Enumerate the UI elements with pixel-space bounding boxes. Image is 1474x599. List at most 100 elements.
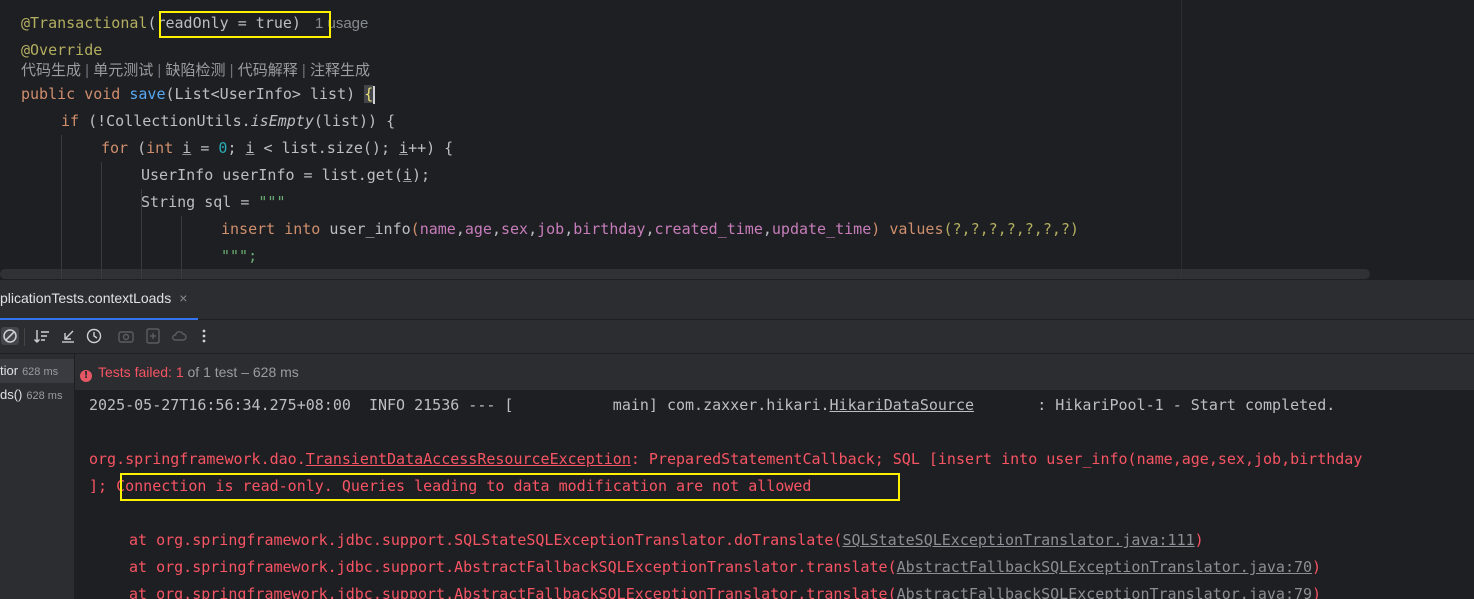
transactional-annotation: @Transactional bbox=[21, 14, 148, 32]
right-margin-guide bbox=[1181, 0, 1182, 279]
indent-guide bbox=[61, 135, 62, 279]
lens-item-explain[interactable]: 代码解释 bbox=[238, 62, 298, 79]
code-text: = bbox=[191, 139, 219, 157]
tests-failed-label: Tests failed: 1 bbox=[98, 364, 184, 380]
log-message: : HikariPool-1 - Start completed. bbox=[974, 396, 1336, 414]
run-tab[interactable]: plicationTests.contextLoads × bbox=[0, 290, 187, 306]
sql-column: update_time bbox=[771, 220, 872, 238]
sql-params: (?,?,?,?,?,?,?) bbox=[943, 220, 1079, 238]
code-text: (list)) { bbox=[313, 112, 396, 130]
test-tree-item[interactable]: tior 628 ms bbox=[0, 359, 74, 383]
sql-keyword: values bbox=[889, 220, 944, 238]
lens-item-comment[interactable]: 注释生成 bbox=[310, 62, 370, 79]
sql-column: sex bbox=[500, 220, 529, 238]
sql-keyword: insert bbox=[221, 220, 276, 238]
sql-column: job bbox=[537, 220, 565, 238]
loop-variable: i bbox=[402, 166, 412, 184]
code-text: ++) { bbox=[408, 139, 454, 157]
stack-frame-end: ) bbox=[1194, 531, 1204, 549]
keyword: int bbox=[146, 139, 174, 157]
code-text: (!CollectionUtils. bbox=[79, 112, 251, 130]
sql-keyword: into bbox=[284, 220, 321, 238]
code-text: ; bbox=[227, 139, 246, 157]
code-text: String sql = bbox=[141, 193, 259, 211]
exception-line: org.springframework.dao.TransientDataAcc… bbox=[89, 446, 1362, 473]
stack-frame: at org.springframework.jdbc.support.Abst… bbox=[129, 554, 1321, 581]
sql-column: name bbox=[419, 220, 456, 238]
test-summary: of 1 test – 628 ms bbox=[183, 364, 299, 380]
log-prefix: 2025-05-27T16:56:34.275+08:00 INFO 21536… bbox=[89, 396, 830, 414]
code-line-text-block-close[interactable]: """; bbox=[221, 243, 257, 270]
test-duration: 628 ms bbox=[26, 390, 63, 402]
code-line-sql-declaration[interactable]: String sql = """ bbox=[141, 189, 286, 216]
lens-item-defect[interactable]: 缺陷检测 bbox=[166, 62, 226, 79]
run-tool-window: plicationTests.contextLoads × tior 628 m… bbox=[0, 279, 1474, 599]
stack-frame: at org.springframework.jdbc.support.Abst… bbox=[129, 581, 1321, 599]
stack-frame-text: at org.springframework.jdbc.support.SQLS… bbox=[129, 531, 843, 549]
sql-table: user_info bbox=[329, 220, 411, 238]
override-annotation: @Override bbox=[21, 41, 103, 59]
lens-separator: | bbox=[297, 62, 310, 79]
run-tab-title: plicationTests.contextLoads bbox=[0, 290, 172, 306]
code-line-if[interactable]: if (!CollectionUtils.isEmpty(list)) { bbox=[61, 108, 395, 135]
text-block-open: """ bbox=[258, 193, 286, 211]
import-icon[interactable] bbox=[143, 327, 163, 347]
collapse-icon[interactable] bbox=[58, 327, 78, 347]
cause-prefix: ]; bbox=[89, 477, 117, 495]
more-options-icon[interactable] bbox=[194, 327, 214, 347]
editor-horizontal-scrollbar[interactable] bbox=[0, 269, 1370, 279]
code-text: ); bbox=[411, 166, 430, 184]
error-icon: ! bbox=[80, 370, 92, 382]
text-caret bbox=[373, 85, 376, 104]
code-line-sql-insert[interactable]: insert into user_info(name,age,sex,job,b… bbox=[221, 216, 1079, 243]
code-text: UserInfo userInfo = list.get( bbox=[141, 166, 403, 184]
keyword: public bbox=[21, 85, 76, 103]
method-params: (List<UserInfo> list) bbox=[165, 85, 365, 103]
run-tab-bar: plicationTests.contextLoads × bbox=[0, 279, 1474, 320]
exception-class-link[interactable]: TransientDataAccessResourceException bbox=[306, 450, 631, 468]
code-line-userinfo[interactable]: UserInfo userInfo = list.get(i); bbox=[141, 162, 430, 189]
console-output[interactable]: 2025-05-27T16:56:34.275+08:00 INFO 21536… bbox=[75, 390, 1474, 599]
code-editor[interactable]: @Transactional(readOnly = true) 1 usage @… bbox=[0, 0, 1474, 279]
code-line-method-signature[interactable]: public void save(List<UserInfo> list) { bbox=[21, 81, 376, 108]
test-status-bar: ! Tests failed: 1 of 1 test – 628 ms bbox=[75, 354, 1474, 390]
source-link[interactable]: SQLStateSQLExceptionTranslator.java:111 bbox=[842, 531, 1194, 549]
class-link[interactable]: HikariDataSource bbox=[830, 396, 975, 414]
text-block-close: """; bbox=[221, 247, 258, 265]
code-text: < list.size(); bbox=[254, 139, 400, 157]
source-link[interactable]: AbstractFallbackSQLExceptionTranslator.j… bbox=[897, 558, 1312, 576]
highlight-box-readonly bbox=[159, 11, 331, 38]
brace-highlight: { bbox=[364, 85, 374, 103]
cloud-icon[interactable] bbox=[169, 327, 189, 347]
loop-variable: i bbox=[399, 139, 409, 157]
source-link[interactable]: AbstractFallbackSQLExceptionTranslator.j… bbox=[897, 585, 1312, 599]
test-duration: 628 ms bbox=[22, 366, 59, 378]
ai-code-lens: 代码生成 | 单元测试 | 缺陷检测 | 代码解释 | 注释生成 bbox=[21, 60, 370, 82]
test-tree-item[interactable]: ds() 628 ms bbox=[0, 383, 62, 407]
lens-item-unit-test[interactable]: 单元测试 bbox=[93, 62, 153, 79]
exception-package: org.springframework.dao. bbox=[89, 450, 306, 468]
keyword: for bbox=[101, 139, 129, 157]
console-log-line: 2025-05-27T16:56:34.275+08:00 INFO 21536… bbox=[89, 392, 1335, 419]
lens-separator: | bbox=[153, 62, 166, 79]
sort-icon[interactable] bbox=[32, 327, 52, 347]
test-name: ds() bbox=[0, 387, 23, 402]
stop-circle-icon[interactable] bbox=[0, 327, 20, 347]
sql-column: birthday bbox=[573, 220, 646, 238]
lens-item-generate[interactable]: 代码生成 bbox=[21, 62, 81, 79]
history-icon[interactable] bbox=[84, 327, 104, 347]
test-tree: tior 628 ms ds() 628 ms bbox=[0, 354, 75, 599]
indent-guide bbox=[101, 162, 102, 279]
stack-frame-end: ) bbox=[1312, 585, 1322, 599]
camera-icon[interactable] bbox=[116, 327, 136, 347]
static-method: isEmpty bbox=[250, 112, 314, 130]
lens-separator: | bbox=[225, 62, 238, 79]
sql-column: age bbox=[464, 220, 492, 238]
stack-frame-text: at org.springframework.jdbc.support.Abst… bbox=[129, 558, 897, 576]
code-line-for[interactable]: for (int i = 0; i < list.size(); i++) { bbox=[101, 135, 453, 162]
stack-frame: at org.springframework.jdbc.support.SQLS… bbox=[129, 527, 1204, 554]
close-icon[interactable]: × bbox=[179, 290, 187, 306]
loop-variable: i bbox=[245, 139, 255, 157]
toolbar-separator bbox=[24, 328, 25, 346]
